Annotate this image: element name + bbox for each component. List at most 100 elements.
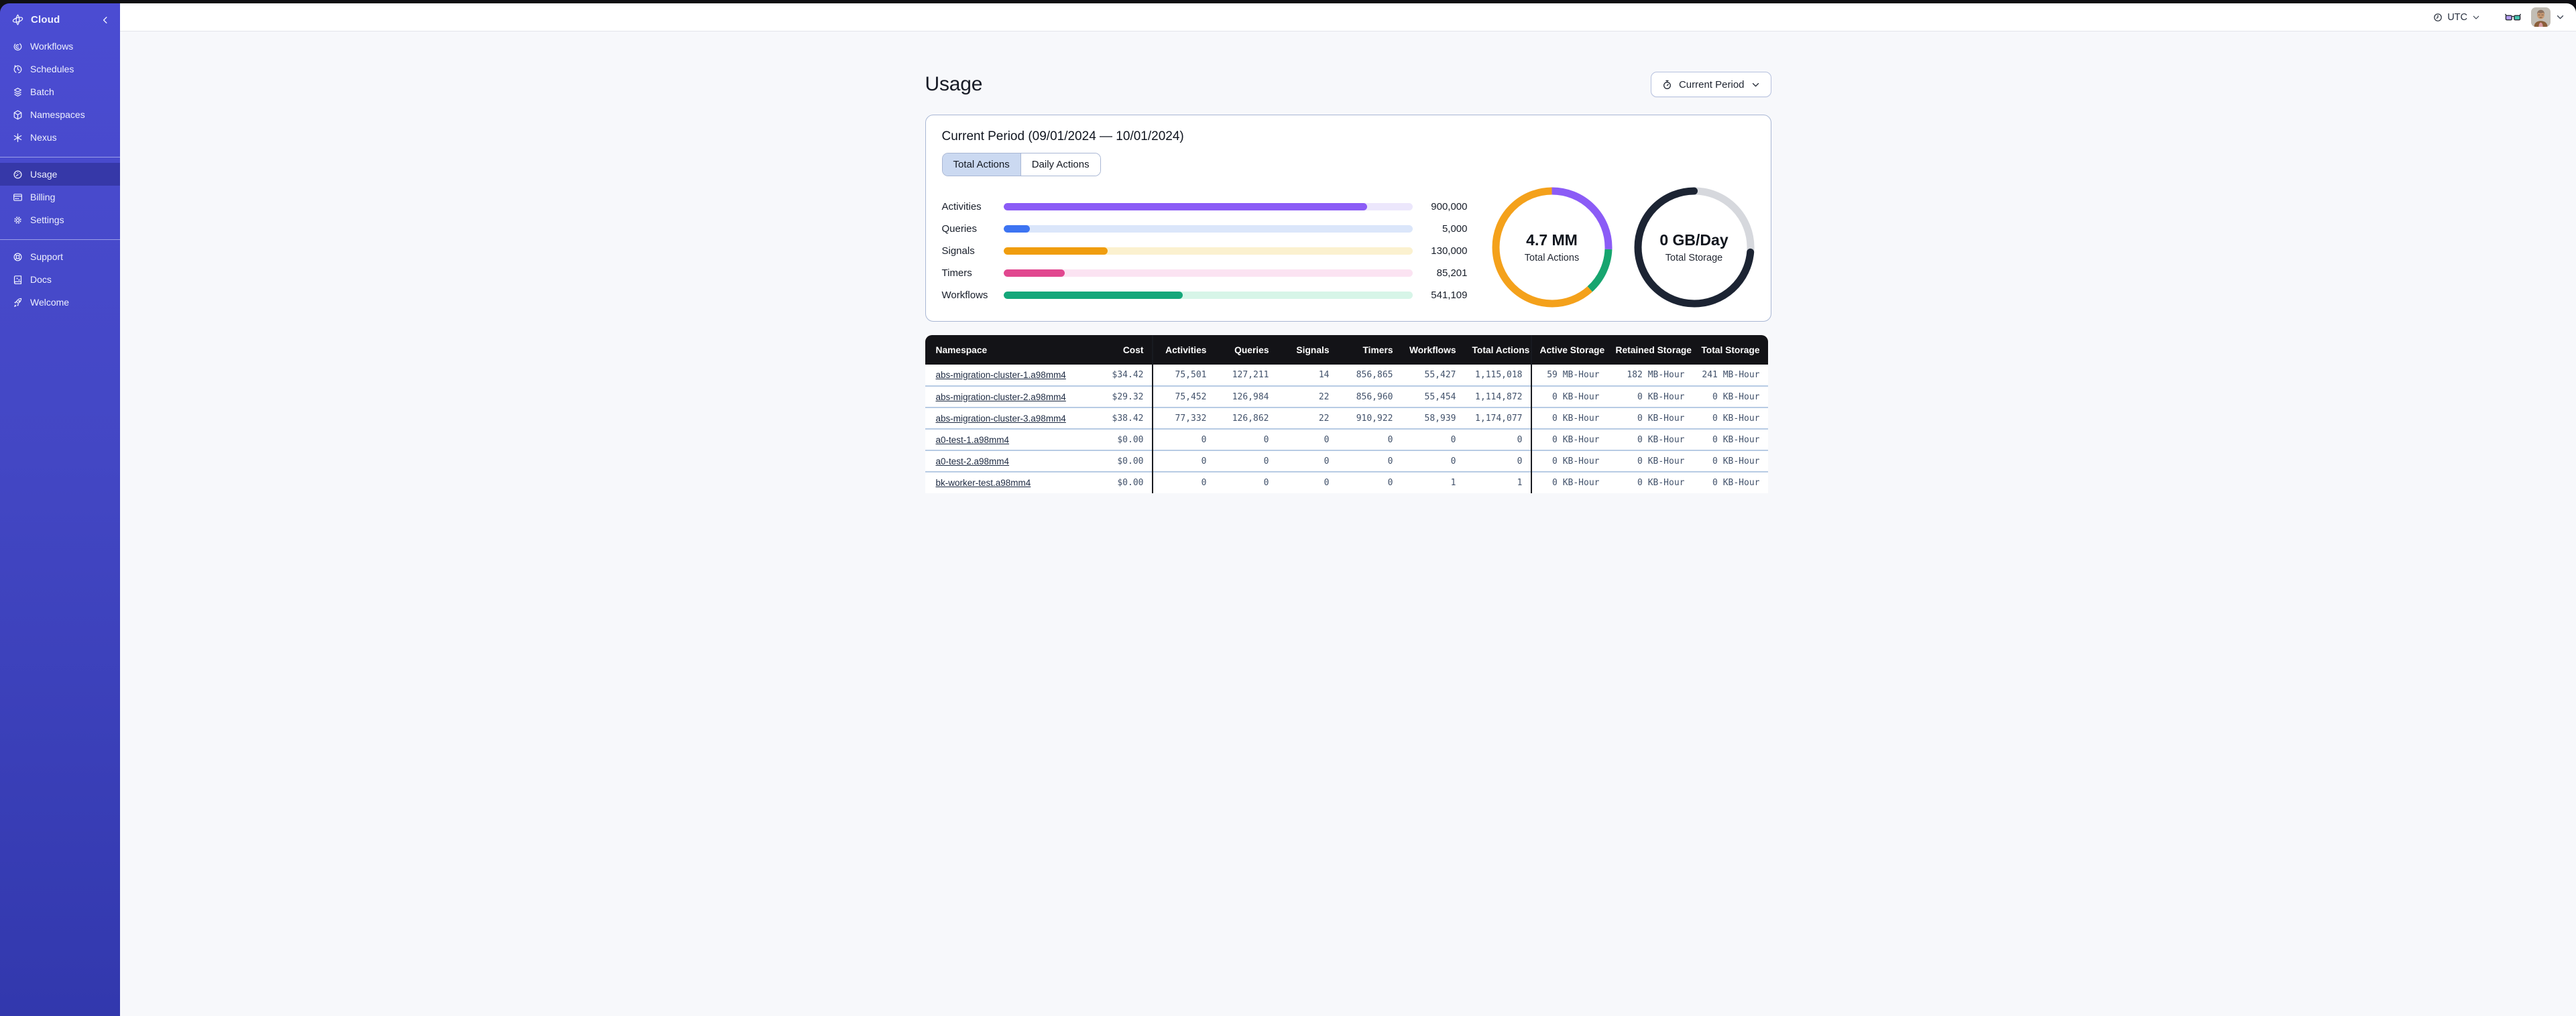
cost-cell: $0.00 [1082,450,1153,472]
tab-total-actions[interactable]: Total Actions [942,153,1020,176]
bar-track [1003,269,1413,277]
sidebar-item-billing[interactable]: Billing [0,186,120,208]
workflows-cell: 0 [1401,450,1464,472]
bar-label: Queries [941,223,978,235]
table-row: a0-test-2.a98mm4 $0.00 0 0 0 0 0 0 0 KB-Hour 0 KB… [925,450,1768,472]
active_storage-cell: 0 KB-Hour [1530,471,1608,493]
usage-bar-row-timers: Timers 85,201 [942,265,1468,280]
bar-fill [1003,202,1368,210]
table-row: bk-worker-test.a98mm4 $0.00 0 0 0 0 1 1 0 KB-Hou… [925,471,1768,493]
signals-cell: 0 [1277,450,1338,472]
total_storage-cell: 0 KB-Hour [1692,407,1768,429]
glasses-icon [2505,12,2521,23]
timezone-dropdown[interactable]: UTC [2431,9,2482,25]
usage-bar-row-queries: Queries 5,000 [942,221,1468,236]
namespace-link[interactable]: abs-migration-cluster-1.a98mm4 [936,370,1066,380]
labs-glasses-toggle[interactable] [2505,12,2521,23]
active_storage-cell: 0 KB-Hour [1530,407,1608,429]
sidebar-item-nexus[interactable]: Nexus [0,126,120,149]
bar-label: Activities [941,200,982,212]
workflows-cell: 55,454 [1401,385,1464,407]
sidebar-item-namespaces[interactable]: Namespaces [0,103,120,126]
sidebar-brand[interactable]: Cloud [0,3,120,34]
tab-daily-actions[interactable]: Daily Actions [1020,153,1100,176]
cost-cell: $0.00 [1082,428,1153,450]
app-window: Cloud Workflows Schedules Batch Namespac… [0,3,2576,1016]
donut-total-actions: 4.7 MM Total Actions [1492,187,1613,308]
timezone-label: UTC [2447,11,2467,23]
total_storage-cell: 0 KB-Hour [1692,385,1768,407]
namespace-cell: abs-migration-cluster-1.a98mm4 [925,365,1083,386]
namespace-link[interactable]: abs-migration-cluster-3.a98mm4 [936,414,1066,424]
usage-icon [12,169,23,180]
donut-total-storage: 0 GB/Day Total Storage [1634,187,1755,308]
period-select-button[interactable]: Current Period [1650,72,1771,97]
namespace-cell: a0-test-1.a98mm4 [925,428,1083,450]
sidebar-item-label: Nexus [30,132,57,143]
usage-charts: Activities 900,000 Queries 5,000 Signals 1… [942,187,1755,308]
cost-cell: $0.00 [1082,471,1153,493]
donut-label: Total Actions [1524,253,1580,263]
namespace-link[interactable]: a0-test-2.a98mm4 [936,456,1010,466]
settings-icon [12,214,23,226]
nexus-icon [12,132,23,143]
bar-label: Workflows [941,289,988,301]
cost-cell: $38.42 [1082,407,1153,429]
workflows-cell: 55,427 [1424,370,1456,380]
sidebar-item-settings[interactable]: Settings [0,208,120,231]
queries-cell: 0 [1214,471,1277,493]
namespace-link[interactable]: bk-worker-test.a98mm4 [936,478,1031,488]
namespaces-icon [12,109,23,121]
namespace-usage-table: Namespace Cost Activities Queries Signals Tim… [925,335,1768,493]
sidebar-nav: Workflows Schedules Batch Namespaces Nex… [0,34,120,318]
chevron-down-icon [2555,12,2565,22]
chevron-down-icon [1751,80,1761,90]
total_actions-cell: 1,114,872 [1464,385,1531,407]
total_storage-cell: 0 KB-Hour [1692,428,1768,450]
content-area: Usage Current Period Current Period (09/… [120,31,2576,1016]
bar-track [1003,247,1413,255]
sidebar-item-support[interactable]: Support [0,245,120,268]
column-header-retained-storage: Retained Storage [1607,335,1693,365]
usage-bar-row-signals: Signals 130,000 [942,243,1468,258]
user-menu[interactable] [2531,7,2565,27]
signals-cell: 0 [1277,428,1338,450]
queries-cell: 126,862 [1214,407,1277,429]
docs-icon [12,274,23,285]
batch-icon [12,86,23,98]
sidebar-item-docs[interactable]: Docs [0,268,120,291]
sidebar-item-schedules[interactable]: Schedules [0,58,120,80]
donut-label: Total Storage [1665,253,1723,263]
activities-cell: 75,501 [1151,365,1215,386]
sidebar-item-welcome[interactable]: Welcome [0,291,120,314]
usage-bar-row-activities: Activities 900,000 [942,199,1468,214]
namespace-link[interactable]: a0-test-1.a98mm4 [936,435,1010,445]
page-header: Usage Current Period [925,72,1771,97]
usage-donuts: 4.7 MM Total Actions 0 GB/Day Total Stora… [1492,187,1755,308]
table-row: abs-migration-cluster-1.a98mm4 $34.42 75,5… [925,365,1768,386]
sidebar-item-batch[interactable]: Batch [0,80,120,103]
timers-cell: 0 [1337,428,1401,450]
bar-value: 5,000 [1442,223,1468,235]
temporal-cloud-logo-icon [11,13,24,26]
sidebar-item-label: Docs [30,274,52,285]
total_actions-cell: 0 [1464,450,1531,472]
namespace-cell: bk-worker-test.a98mm4 [925,471,1083,493]
signals-cell: 14 [1318,370,1330,380]
retained_storage-cell: 0 KB-Hour [1607,450,1693,472]
activities-cell: 0 [1151,471,1215,493]
retained_storage-cell: 0 KB-Hour [1607,471,1693,493]
sidebar-item-usage[interactable]: Usage [0,163,120,186]
namespace-cell: abs-migration-cluster-3.a98mm4 [925,407,1083,429]
chevron-down-icon [2471,13,2481,22]
collapse-sidebar-chevron-left-icon[interactable] [100,15,111,25]
cost-cell: $29.32 [1082,385,1153,407]
activities-cell: 0 [1151,428,1215,450]
total_actions-cell: 0 [1464,428,1531,450]
workflows-cell: 58,939 [1401,407,1464,429]
sidebar-item-label: Billing [30,192,56,202]
sidebar-item-workflows[interactable]: Workflows [0,35,120,58]
namespace-link[interactable]: abs-migration-cluster-2.a98mm4 [936,392,1066,402]
column-header-cost: Cost [1082,335,1153,365]
card-title: Current Period (09/01/2024 — 10/01/2024) [941,129,1184,143]
